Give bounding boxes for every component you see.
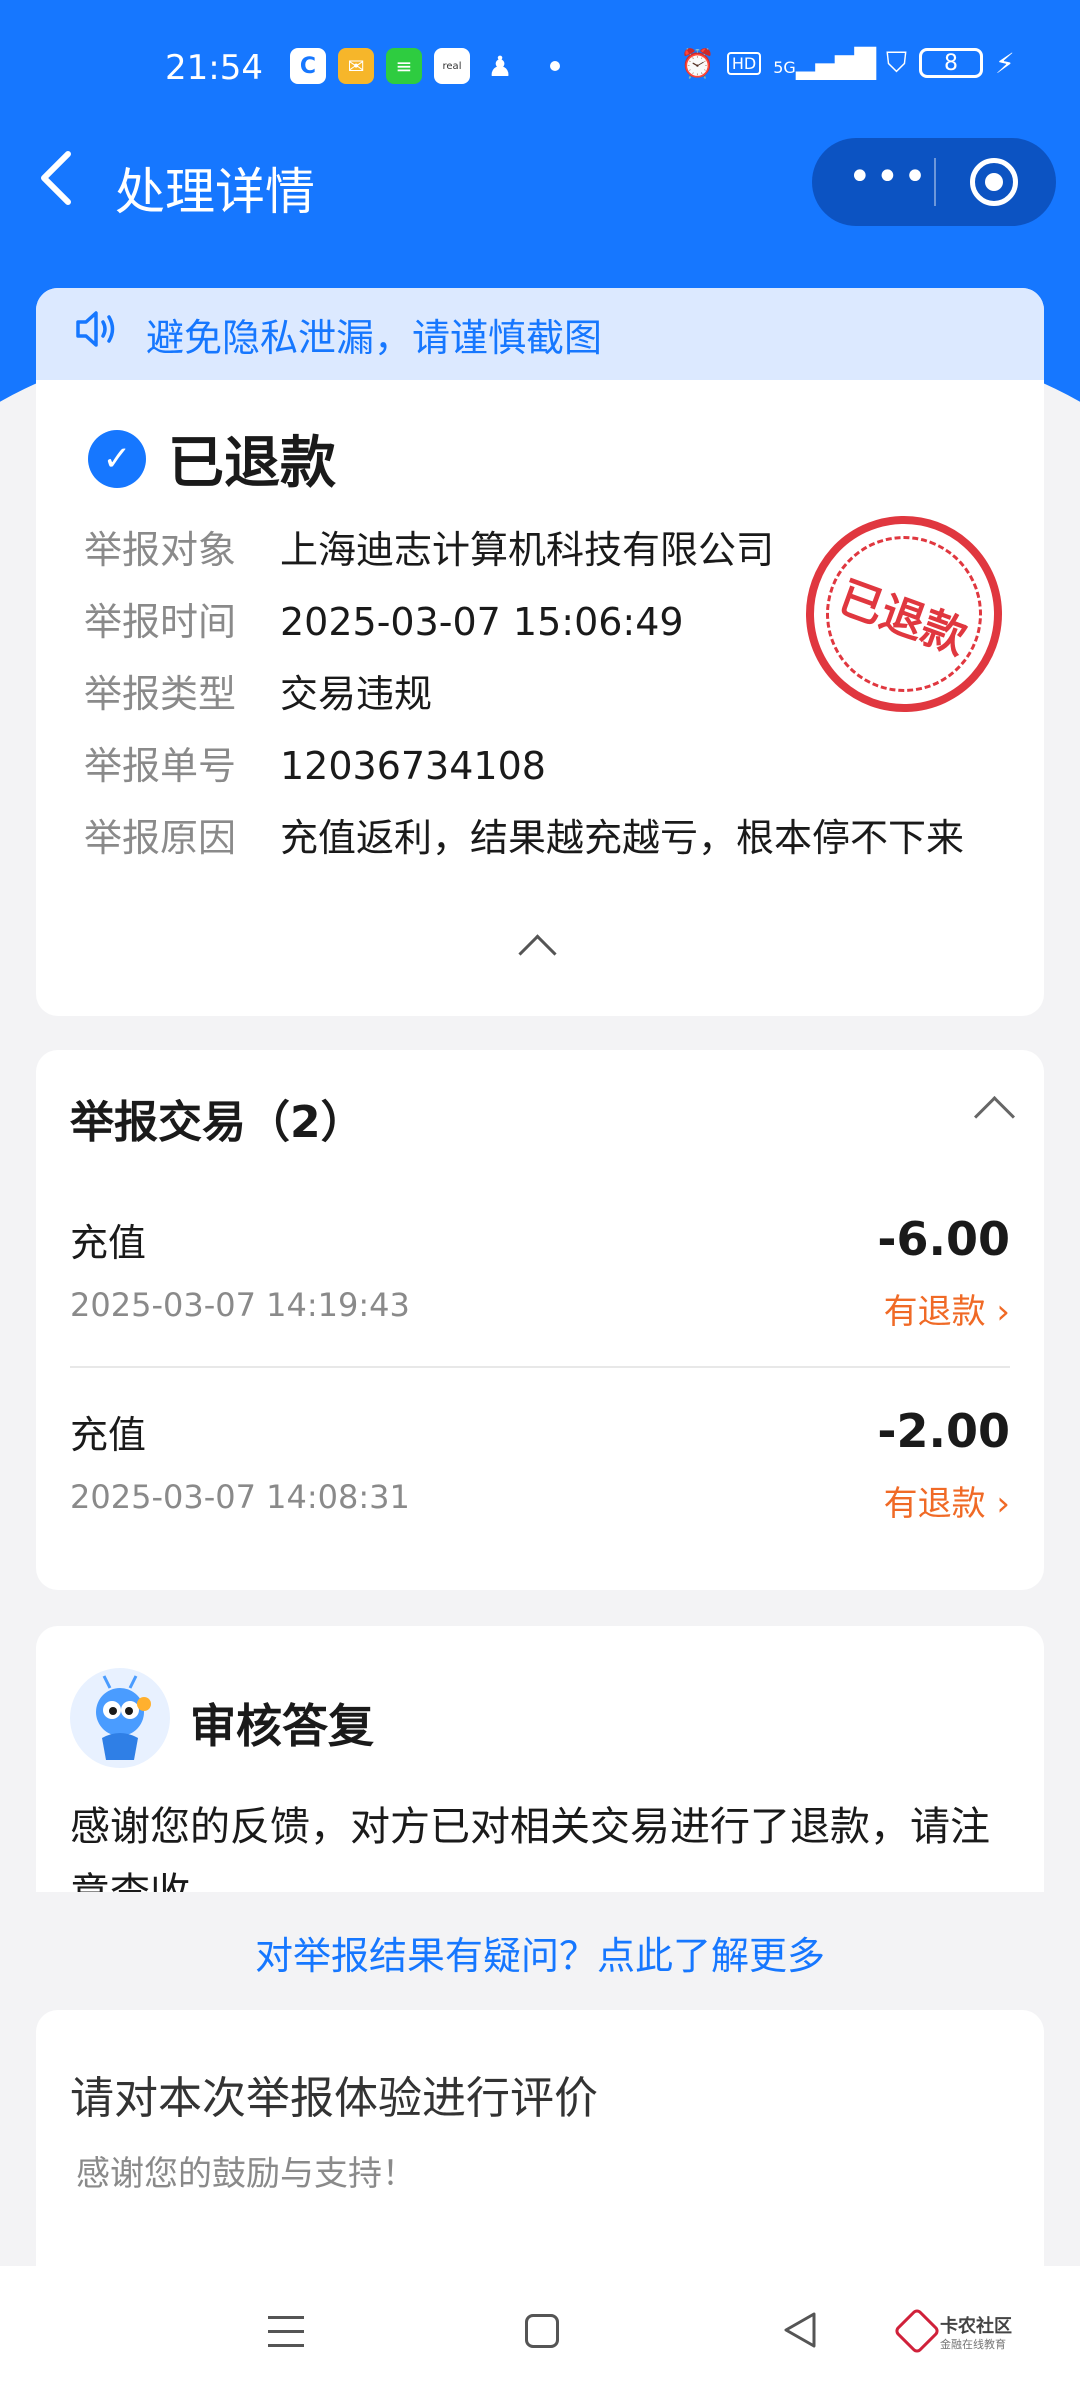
collapse-chevron-icon[interactable] [973,1095,1016,1138]
c-app-icon: C [290,48,326,84]
vpn-shield-icon: ⛉ [885,46,907,79]
mail-icon: ✉ [338,48,374,84]
privacy-notice-text: 避免隐私泄漏，请谨慎截图 [146,315,603,360]
reply-title: 审核答复 [190,1699,374,1753]
transaction-time: 2025-03-07 14:19:43 [70,1286,410,1324]
mascot-svg [96,1675,151,1760]
status-time: 21:54 [165,48,263,88]
speaker-svg [76,311,115,347]
back-triangle-svg [784,2312,816,2348]
privacy-notice: 避免隐私泄漏，请谨慎截图 [36,288,1044,380]
status-bar: 21:54 C ✉ ≡ real ♟ ⏰ HD 5G▂▄▆█ ⛉ 8 ⚡ [0,30,1080,110]
signal-label: 5G [773,57,796,77]
detail-value: 充值返利，结果越充越亏，根本停不下来 [280,816,965,860]
alarm-icon: ⏰ [680,46,715,80]
realme-icon: real [434,48,470,84]
transaction-row[interactable]: 充值 -2.00 2025-03-07 14:08:31 有退款 › [70,1404,1010,1564]
capsule-divider [934,158,936,206]
check-circle-icon: ✓ [88,429,146,488]
rating-subtitle: 感谢您的鼓励与支持！ [76,2154,416,2194]
transaction-type: 充值 [70,1221,147,1265]
divider [70,1366,1010,1368]
charging-icon: ⚡ [994,46,1015,80]
transaction-time: 2025-03-07 14:08:31 [70,1478,410,1516]
transactions-card: 举报交易（2） 充值 -6.00 2025-03-07 14:19:43 有退款… [36,1050,1044,1590]
5g-signal-icon: 5G▂▄▆█ [773,46,876,80]
reply-text: 感谢您的反馈，对方已对相关交易进行了退款，请注意查收 [70,1804,990,1892]
qq-icon: ♟ [487,49,513,83]
watermark-logo: 卡农社区 金融在线教育 [892,2306,1020,2362]
back-arrow-svg [41,151,71,205]
notification-icons: C ✉ ≡ real ♟ [290,48,560,84]
report-status: ✓ 已退款 [88,418,1044,499]
detail-row: 举报原因 充值返利，结果越充越亏，根本停不下来 [84,809,1044,867]
detail-label: 举报类型 [84,672,237,716]
battery-level: 8 [943,50,958,76]
status-text: 已退款 [168,431,336,496]
more-notifications-dot [550,61,560,71]
more-icon[interactable]: ••• [848,154,931,200]
mascot-avatar [70,1668,170,1768]
close-miniapp-icon[interactable] [970,158,1018,206]
detail-label: 举报时间 [84,600,237,644]
navigation-bar: 处理详情 ••• [0,130,1080,240]
speaker-icon [74,308,120,360]
transactions-title: 举报交易（2） [70,1097,365,1148]
detail-label: 举报对象 [84,528,237,572]
detail-label: 举报原因 [84,816,237,860]
chevron-left-icon[interactable] [36,146,76,220]
recent-apps-icon[interactable] [268,2314,304,2350]
miniapp-capsule: ••• [812,138,1056,226]
page-title: 处理详情 [115,163,315,221]
report-detail-card: 避免隐私泄漏，请谨慎截图 ✓ 已退款 举报对象 上海迪志计算机科技有限公司 举报… [36,288,1044,1016]
transaction-amount: -2.00 [877,1404,1010,1458]
hd-icon: HD [726,51,762,75]
transaction-amount: -6.00 [877,1212,1010,1266]
system-status-icons: ⏰ HD 5G▂▄▆█ ⛉ 8 ⚡ [680,46,1015,80]
refund-link[interactable]: 有退款 › [884,1476,1010,1525]
review-reply-card: 审核答复 感谢您的反馈，对方已对相关交易进行了退款，请注意查收 [36,1626,1044,1892]
result-question-link[interactable]: 对举报结果有疑问？点此了解更多 [0,1925,1080,1980]
collapse-chevron-icon[interactable] [518,934,557,973]
watermark-subtitle: 金融在线教育 [940,2338,1006,2351]
watermark-icon [892,2306,942,2356]
detail-row: 举报单号 12036734108 [84,737,1044,795]
detail-value: 12036734108 [280,744,546,788]
rating-title: 请对本次举报体验进行评价 [70,2073,598,2124]
transaction-type: 充值 [70,1413,147,1457]
transaction-row[interactable]: 充值 -6.00 2025-03-07 14:19:43 有退款 › [70,1212,1010,1372]
back-triangle-icon[interactable] [780,2310,820,2350]
refund-link[interactable]: 有退款 › [884,1284,1010,1333]
message-icon: ≡ [386,48,422,84]
home-icon[interactable] [525,2314,559,2348]
system-navigation-bar: 卡农社区 金融在线教育 [0,2266,1080,2400]
detail-label: 举报单号 [84,744,237,788]
watermark-name: 卡农社区 [940,2316,1012,2337]
rating-card: 请对本次举报体验进行评价 感谢您的鼓励与支持！ [36,2010,1044,2310]
battery-icon: 8 [918,48,983,78]
